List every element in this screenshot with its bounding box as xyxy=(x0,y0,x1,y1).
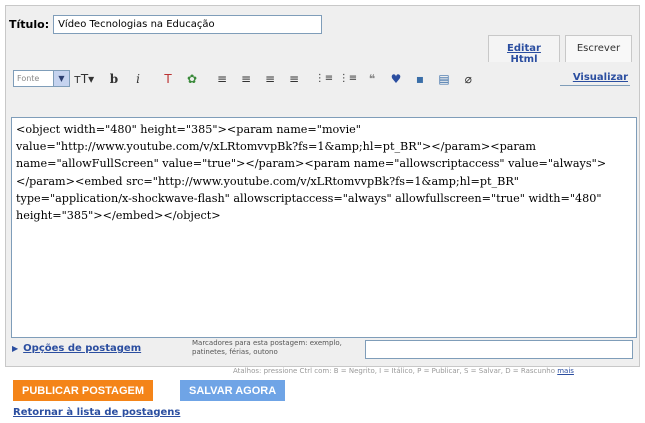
title-label: Título: xyxy=(9,18,50,31)
triangle-right-icon: ▶ xyxy=(12,344,19,353)
publish-button[interactable]: PUBLICAR POSTAGEM xyxy=(13,380,154,401)
bold-icon[interactable]: b xyxy=(104,69,124,89)
align-justify-icon[interactable]: ≡ xyxy=(284,69,304,89)
numbered-list-icon[interactable]: ⋮≡ xyxy=(314,69,334,89)
blockquote-icon[interactable]: ❝ xyxy=(362,69,382,89)
image-icon[interactable]: ▪ xyxy=(410,69,430,89)
eraser-icon[interactable]: ⌀ xyxy=(458,69,478,89)
align-center-icon[interactable]: ≡ xyxy=(236,69,256,89)
spellcheck-icon[interactable]: ♥ xyxy=(386,69,406,89)
align-right-icon[interactable]: ≡ xyxy=(260,69,280,89)
title-input[interactable] xyxy=(53,15,323,34)
labels-input[interactable] xyxy=(365,340,633,359)
font-select[interactable]: Fonte ▼ xyxy=(13,70,70,87)
shortcuts-more-link[interactable]: mais xyxy=(557,367,574,375)
text-color-icon[interactable]: T xyxy=(158,69,178,89)
html-editor-textarea[interactable]: <object width="480" height="385"><param … xyxy=(11,117,637,338)
video-icon[interactable]: ▤ xyxy=(434,69,454,89)
save-now-button[interactable]: SALVAR AGORA xyxy=(180,380,286,401)
preview-link[interactable]: Visualizar xyxy=(573,72,628,83)
text-size-icon[interactable]: тT▾ xyxy=(74,69,94,89)
tab-edit-html[interactable]: Editar Html xyxy=(488,35,560,65)
bulleted-list-icon[interactable]: ⋮≡ xyxy=(338,69,358,89)
post-options-link[interactable]: Opções de postagem xyxy=(23,343,141,354)
tab-compose[interactable]: Escrever xyxy=(565,35,632,62)
labels-hint: Marcadores para esta postagem: exemplo, … xyxy=(192,339,342,356)
chevron-down-icon: ▼ xyxy=(53,71,69,86)
shortcuts-hint: Atalhos: pressione Ctrl com: B = Negrito… xyxy=(233,367,574,375)
formatting-toolbar: Fonte ▼ тT▾ b i T ✿ ≡ ≡ ≡ ≡ ⋮≡ ⋮≡ ❝ ♥ ▪ … xyxy=(8,62,635,95)
post-options-toggle[interactable]: ▶ Opções de postagem xyxy=(12,343,141,354)
preview-underline xyxy=(560,85,630,86)
italic-icon[interactable]: i xyxy=(128,69,148,89)
return-to-posts-link[interactable]: Retornar à lista de postagens xyxy=(13,407,180,418)
link-icon[interactable]: ✿ xyxy=(182,69,202,89)
shortcuts-text: Atalhos: pressione Ctrl com: B = Negrito… xyxy=(233,367,555,375)
title-row: Título: xyxy=(9,15,323,34)
align-left-icon[interactable]: ≡ xyxy=(212,69,232,89)
font-select-value: Fonte xyxy=(17,74,40,83)
